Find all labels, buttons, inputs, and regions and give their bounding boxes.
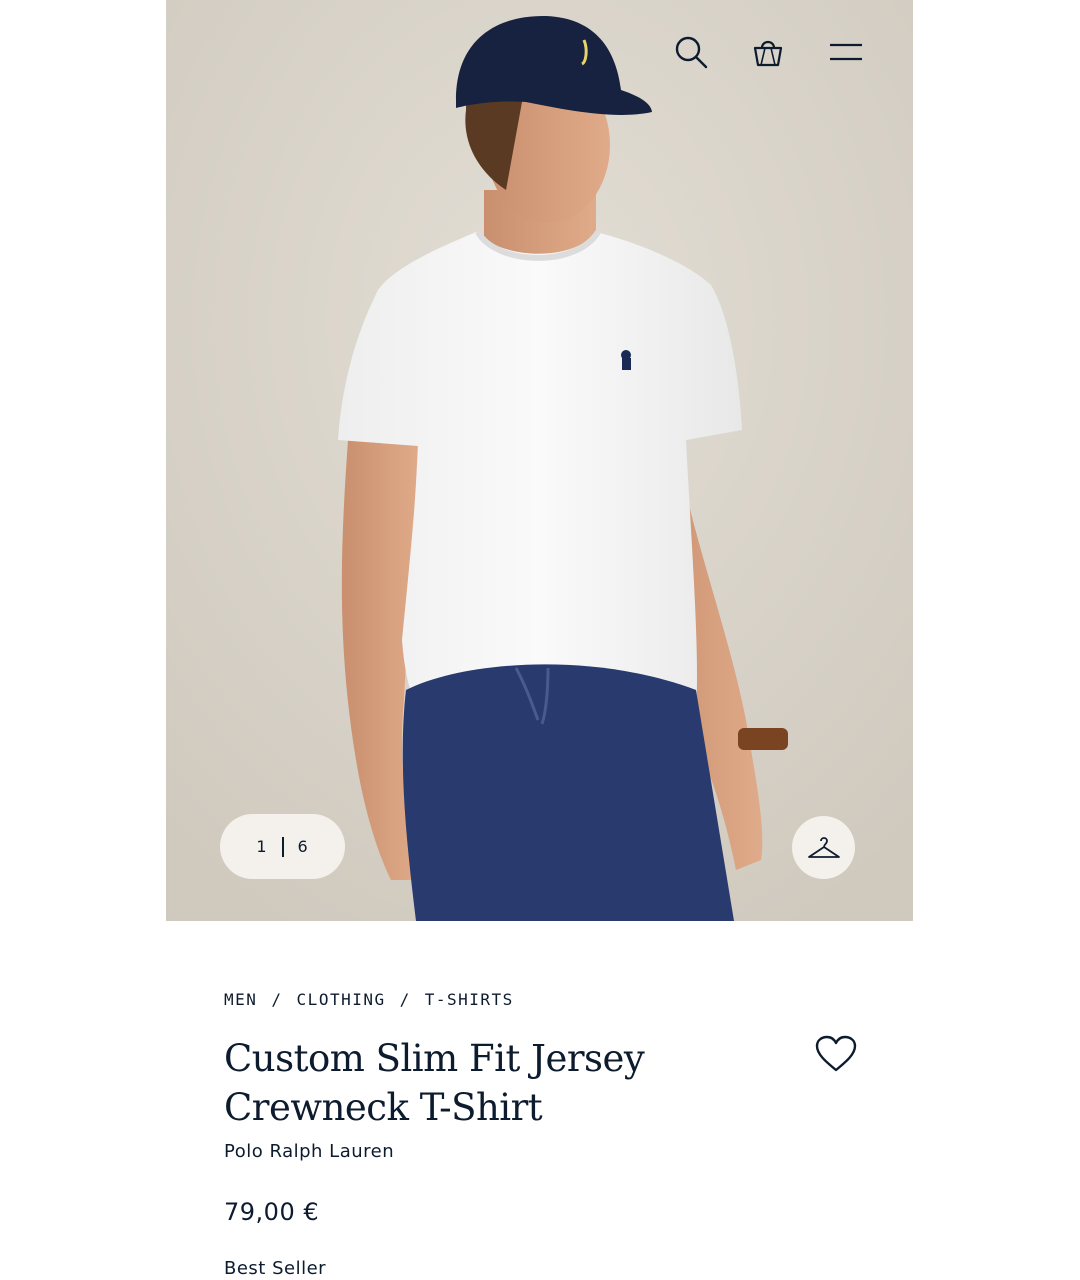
hanger-button[interactable]	[792, 816, 855, 879]
menu-icon[interactable]	[822, 28, 870, 76]
product-photo	[166, 0, 913, 921]
product-price: 79,00 €	[224, 1198, 320, 1226]
shirt-logo	[621, 350, 631, 370]
search-icon[interactable]	[667, 28, 715, 76]
counter-separator	[281, 836, 284, 857]
breadcrumb-men[interactable]: MEN	[224, 990, 257, 1009]
breadcrumb: MEN / CLOTHING / T-SHIRTS	[224, 990, 514, 1009]
best-seller-badge: Best Seller	[224, 1258, 327, 1279]
breadcrumb-separator: /	[271, 990, 283, 1009]
breadcrumb-clothing[interactable]: CLOTHING	[297, 990, 386, 1009]
wishlist-button[interactable]	[812, 1032, 860, 1076]
breadcrumb-separator: /	[399, 990, 411, 1009]
product-image-gallery[interactable]: 1 6	[166, 0, 913, 921]
product-title: Custom Slim Fit Jersey Crewneck T-Shirt	[224, 1037, 645, 1129]
current-image-number: 1	[256, 837, 268, 856]
image-counter: 1 6	[220, 814, 345, 879]
hanger-icon	[807, 836, 840, 858]
breadcrumb-t-shirts[interactable]: T-SHIRTS	[425, 990, 514, 1009]
shopping-bag-icon[interactable]	[744, 28, 792, 76]
product-page: 1 6 MEN / CLOTHING / T-SHIRTS Custom Slim Fi…	[0, 0, 1080, 1280]
heart-icon	[815, 1035, 857, 1072]
product-brand[interactable]: Polo Ralph Lauren	[224, 1141, 394, 1162]
total-images-number: 6	[297, 837, 309, 856]
